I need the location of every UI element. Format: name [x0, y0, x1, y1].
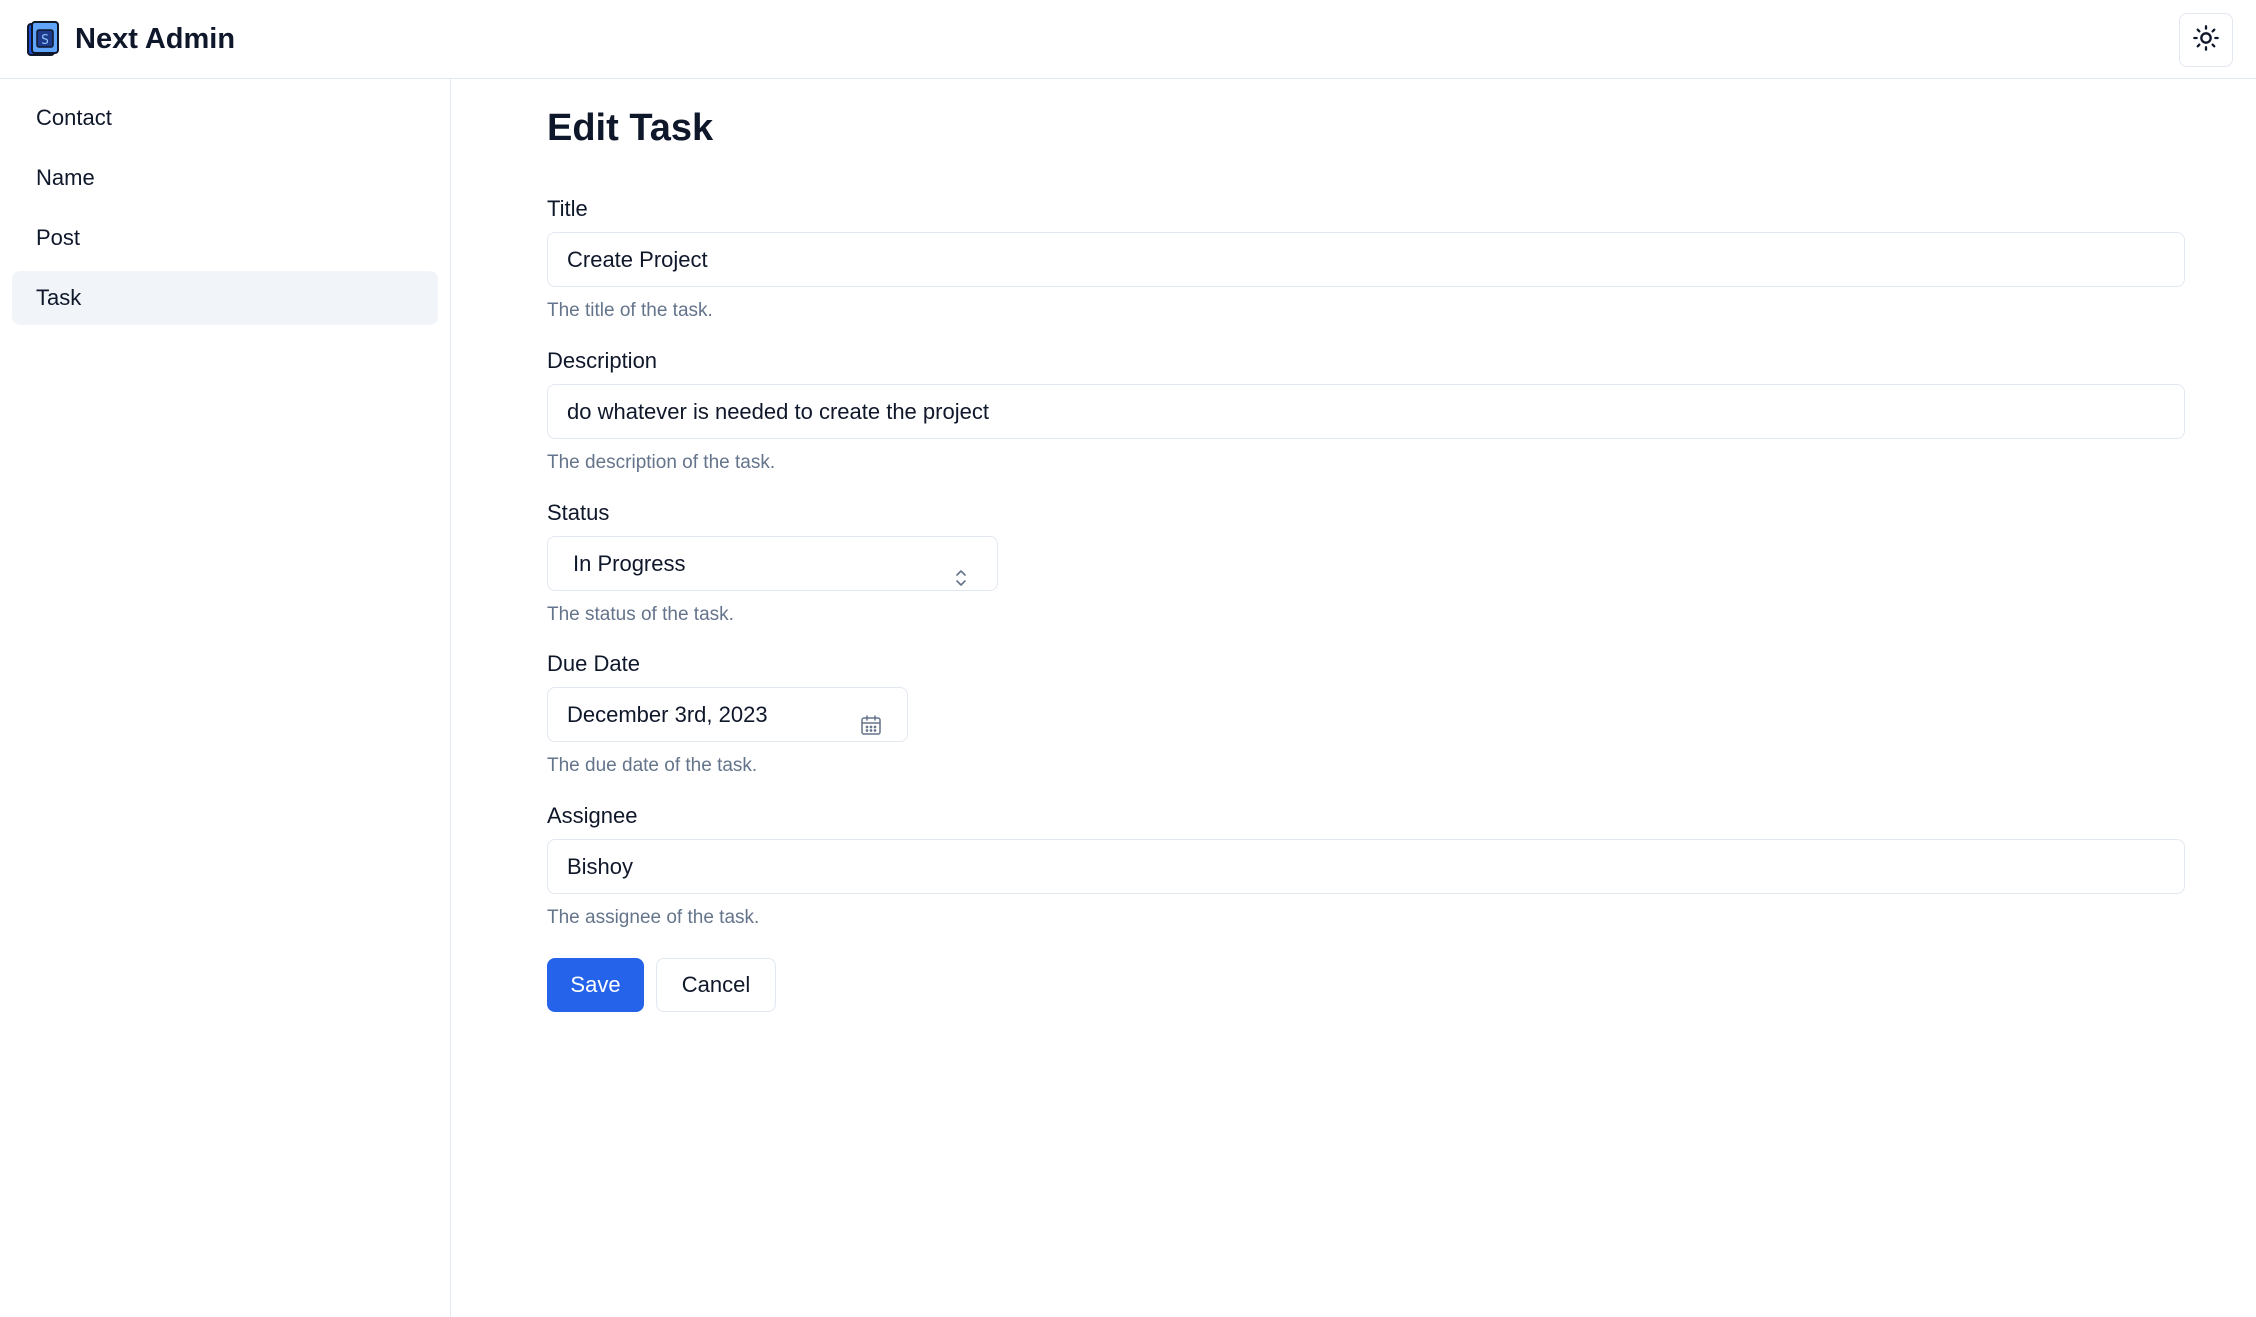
status-hint: The status of the task.: [547, 604, 734, 625]
status-label: Status: [547, 500, 610, 525]
due-date-value: December 3rd, 2023: [567, 702, 768, 727]
due-date-hint: The due date of the task.: [547, 755, 758, 776]
sidebar-item-post[interactable]: Post: [12, 211, 438, 265]
calendar-icon: [859, 703, 883, 735]
title-input[interactable]: Create Project: [547, 232, 2185, 287]
due-date-picker[interactable]: December 3rd, 2023: [547, 687, 908, 742]
assignee-input[interactable]: Bishoy: [547, 839, 2185, 894]
description-input[interactable]: do whatever is needed to create the proj…: [547, 384, 2185, 439]
description-label: Description: [547, 348, 658, 373]
theme-toggle-button[interactable]: [2179, 13, 2233, 67]
app-title[interactable]: Next Admin: [75, 20, 235, 58]
sidebar: Contact Name Post Task: [0, 79, 451, 1317]
assignee-label: Assignee: [547, 803, 638, 828]
chevron-up-down-icon: [955, 554, 967, 586]
save-button[interactable]: Save: [547, 958, 644, 1012]
title-hint: The title of the task.: [547, 300, 713, 321]
due-date-label: Due Date: [547, 651, 640, 676]
sidebar-item-contact[interactable]: Contact: [12, 91, 438, 145]
title-label: Title: [547, 196, 588, 221]
database-book-icon[interactable]: S: [26, 21, 60, 57]
svg-text:S: S: [41, 33, 49, 48]
top-header: S Next Admin: [0, 0, 2256, 79]
sidebar-item-task[interactable]: Task: [12, 271, 438, 325]
page-title: Edit Task: [547, 107, 714, 149]
assignee-hint: The assignee of the task.: [547, 907, 760, 928]
status-select[interactable]: In Progress: [547, 536, 998, 591]
cancel-button[interactable]: Cancel: [656, 958, 776, 1012]
status-select-value: In Progress: [573, 551, 686, 576]
description-hint: The description of the task.: [547, 452, 776, 473]
sun-icon: [2192, 24, 2220, 57]
sidebar-item-name[interactable]: Name: [12, 151, 438, 205]
